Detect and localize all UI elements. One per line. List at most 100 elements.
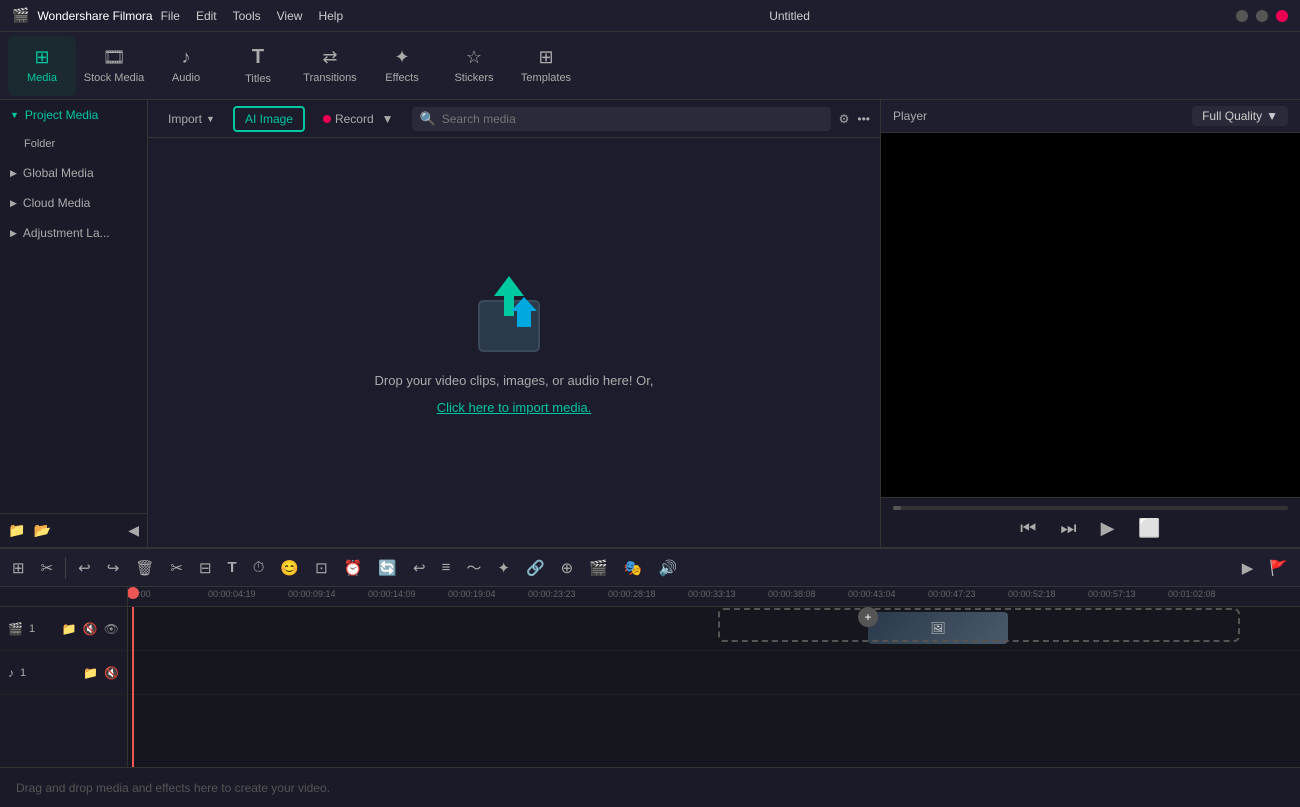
ruler-mark-7: 00:00:33:13: [688, 589, 736, 599]
tl-grid-icon[interactable]: ⊞: [8, 557, 29, 579]
window-controls[interactable]: [1236, 10, 1288, 22]
tl-add-icon[interactable]: ⊕: [557, 557, 578, 579]
import-button[interactable]: Import ▼: [158, 108, 225, 130]
toolbar-templates[interactable]: ⊞ Templates: [512, 36, 580, 96]
sidebar-item-folder[interactable]: Folder: [0, 130, 147, 158]
stock-media-label: Stock Media: [84, 72, 145, 84]
player-button-row: ⏮ ⏭ ▶ ⬜: [893, 518, 1288, 539]
menu-edit[interactable]: Edit: [196, 9, 217, 23]
timeline-track-labels: 🎬 1 📁 🔇 👁 ♪ 1 📁 🔇: [0, 587, 128, 767]
toolbar-stickers[interactable]: ☆ Stickers: [440, 36, 508, 96]
ruler-mark-1: 00:00:04:19: [208, 589, 256, 599]
menu-file[interactable]: File: [161, 9, 180, 23]
timeline-toolbar: ⊞ ✂ ↩ ↪ 🗑 ✂ ⊟ T ⏱ 😊 ⊡ ⏰ 🔄 ↩ ≡ 〜 ✦ 🔗 ⊕ 🎬 …: [0, 549, 1300, 587]
filter-icon[interactable]: ⚙: [839, 112, 850, 126]
app-logo: 🎬: [12, 7, 29, 24]
main-toolbar: ⊞ Media 🎞 Stock Media ♪ Audio T Titles ⇄…: [0, 32, 1300, 100]
new-folder-icon[interactable]: 📁: [8, 522, 25, 539]
player-progress-bar[interactable]: [893, 506, 1288, 510]
tl-cut-icon[interactable]: ✂: [37, 557, 58, 579]
track-video-eye-icon[interactable]: 👁: [104, 622, 119, 636]
drop-zone[interactable]: Drop your video clips, images, or audio …: [148, 138, 880, 547]
ai-image-label: AI Image: [245, 112, 293, 126]
tl-wave-icon[interactable]: 〜: [462, 555, 485, 580]
sidebar-item-adjustment-la[interactable]: ▶ Adjustment La...: [0, 218, 147, 248]
tl-mask-icon[interactable]: 🎭: [620, 557, 647, 579]
ruler-mark-12: 00:00:57:13: [1088, 589, 1136, 599]
tl-undo-icon[interactable]: ↩: [74, 557, 95, 579]
track-video-mute-icon[interactable]: 🔇: [83, 622, 98, 636]
tl-clock-icon[interactable]: ⏰: [340, 557, 367, 579]
more-icon[interactable]: •••: [857, 112, 870, 126]
track-video-folder-icon[interactable]: 📁: [62, 622, 77, 636]
quality-dropdown[interactable]: Full Quality ▼: [1192, 106, 1288, 126]
tl-redo-icon[interactable]: ↪: [103, 557, 124, 579]
player-controls: ⏮ ⏭ ▶ ⬜: [881, 497, 1300, 547]
effects-icon: ✦: [394, 47, 409, 68]
tl-revert-icon[interactable]: ↩: [409, 557, 430, 579]
tl-timer-icon[interactable]: ⏱: [249, 557, 269, 578]
media-panel: Import ▼ AI Image Record ▼ 🔍 ⚙ •••: [148, 100, 880, 547]
player-screen: [881, 133, 1300, 497]
player-step-forward-icon[interactable]: ⏭: [1060, 518, 1076, 539]
sidebar-item-global-media[interactable]: ▶ Global Media: [0, 158, 147, 188]
import-label: Import: [168, 112, 202, 126]
tl-delete-icon[interactable]: 🗑: [131, 557, 158, 579]
toolbar-effects[interactable]: ✦ Effects: [368, 36, 436, 96]
global-media-label: Global Media: [23, 166, 94, 180]
audio-icon: ♪: [182, 47, 191, 68]
toolbar-transitions[interactable]: ⇄ Transitions: [296, 36, 364, 96]
close-btn[interactable]: [1276, 10, 1288, 22]
track-audio-mute-icon[interactable]: 🔇: [104, 666, 119, 680]
minimize-btn[interactable]: [1236, 10, 1248, 22]
drop-hint: [718, 608, 1240, 642]
search-input[interactable]: [442, 112, 823, 126]
sidebar-item-cloud-media[interactable]: ▶ Cloud Media: [0, 188, 147, 218]
import-icon: [469, 271, 559, 361]
player-panel: Player Full Quality ▼ ⏮ ⏭ ▶ ⬜: [880, 100, 1300, 547]
toolbar-titles[interactable]: T Titles: [224, 36, 292, 96]
media-label: Media: [27, 72, 57, 84]
audio-label: Audio: [172, 72, 200, 84]
track-audio-folder-icon[interactable]: 📁: [83, 666, 98, 680]
record-button[interactable]: Record ▼: [313, 108, 404, 130]
maximize-btn[interactable]: [1256, 10, 1268, 22]
player-label: Player: [893, 109, 927, 123]
timeline-ruler: 00:00 00:00:04:19 00:00:09:14 00:00:14:0…: [128, 587, 1300, 607]
tl-emoji-icon[interactable]: 😊: [276, 557, 303, 579]
tl-split-icon[interactable]: ⊟: [195, 557, 216, 579]
tl-list-icon[interactable]: ≡: [438, 557, 455, 578]
drop-text: Drop your video clips, images, or audio …: [375, 373, 654, 388]
tl-rotate-icon[interactable]: 🔄: [374, 557, 401, 579]
sidebar-item-project-media[interactable]: ▼ Project Media: [0, 100, 147, 130]
toolbar-media[interactable]: ⊞ Media: [8, 36, 76, 96]
ai-image-button[interactable]: AI Image: [233, 106, 305, 132]
tl-scissors-icon[interactable]: ✂: [166, 557, 187, 579]
tl-play-icon[interactable]: ▶: [1238, 557, 1258, 579]
tl-flag-icon[interactable]: 🚩: [1265, 557, 1292, 579]
player-header: Player Full Quality ▼: [881, 100, 1300, 133]
adjustment-arrow: ▶: [10, 228, 17, 239]
import-link[interactable]: Click here to import media.: [437, 400, 592, 415]
delete-folder-icon[interactable]: 📂: [33, 522, 50, 539]
collapse-sidebar-icon[interactable]: ◀: [128, 522, 139, 539]
playhead[interactable]: [132, 607, 134, 767]
player-step-back-icon[interactable]: ⏮: [1020, 518, 1036, 539]
player-fullscreen-icon[interactable]: ⬜: [1138, 518, 1160, 539]
media-icon: ⊞: [34, 47, 49, 68]
toolbar-stock-media[interactable]: 🎞 Stock Media: [80, 36, 148, 96]
tl-crop-icon[interactable]: ⊡: [311, 557, 332, 579]
menu-view[interactable]: View: [277, 9, 303, 23]
player-play-icon[interactable]: ▶: [1101, 518, 1115, 539]
toolbar-audio[interactable]: ♪ Audio: [152, 36, 220, 96]
tl-star-icon[interactable]: ✦: [493, 557, 514, 579]
tl-audio-icon[interactable]: 🔊: [655, 557, 682, 579]
tl-text-icon[interactable]: T: [224, 557, 241, 578]
tl-film-icon[interactable]: 🎬: [585, 557, 612, 579]
menu-help[interactable]: Help: [318, 9, 343, 23]
menu-tools[interactable]: Tools: [233, 9, 261, 23]
track-audio-1-label: ♪ 1 📁 🔇: [0, 651, 127, 695]
window-title: Untitled: [769, 9, 810, 23]
media-filter-icons: ⚙ •••: [839, 112, 870, 126]
tl-link-icon[interactable]: 🔗: [522, 557, 549, 579]
